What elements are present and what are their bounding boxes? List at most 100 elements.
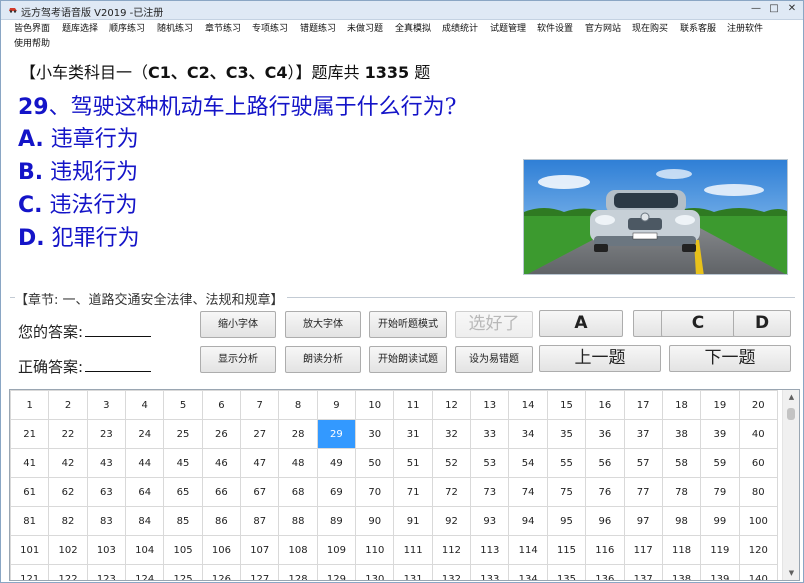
question-cell[interactable]: 73 — [470, 477, 510, 507]
question-cell[interactable]: 119 — [700, 535, 740, 565]
question-cell[interactable]: 96 — [585, 506, 625, 536]
question-cell[interactable]: 60 — [738, 448, 779, 478]
set-easy-wrong-button[interactable]: 设为易错题 — [455, 346, 533, 373]
question-cell[interactable]: 46 — [201, 448, 242, 478]
question-cell[interactable]: 93 — [470, 506, 510, 536]
question-cell[interactable]: 58 — [661, 448, 702, 478]
question-cell[interactable]: 61 — [10, 477, 50, 507]
question-cell[interactable]: 85 — [163, 506, 203, 536]
question-cell[interactable]: 34 — [508, 419, 548, 449]
scroll-thumb[interactable] — [787, 408, 795, 420]
menu-special[interactable]: 专项练习 — [252, 23, 288, 35]
menu-buy[interactable]: 现在购买 — [632, 23, 668, 35]
question-cell[interactable]: 68 — [278, 477, 318, 507]
question-cell[interactable]: 91 — [393, 506, 433, 536]
question-cell[interactable]: 16 — [585, 390, 625, 420]
answer-d-button[interactable]: D — [733, 310, 791, 337]
question-cell[interactable]: 22 — [48, 419, 88, 449]
question-cell[interactable]: 115 — [546, 535, 587, 565]
question-cell[interactable]: 55 — [546, 448, 587, 478]
question-cell[interactable]: 133 — [470, 564, 510, 580]
question-cell[interactable]: 39 — [700, 419, 740, 449]
question-cell[interactable]: 109 — [316, 535, 357, 565]
question-cell[interactable]: 74 — [508, 477, 548, 507]
question-cell[interactable]: 12 — [431, 390, 472, 420]
grid-scrollbar[interactable]: ▲ ▼ — [782, 390, 799, 580]
question-cell[interactable]: 121 — [10, 564, 50, 580]
menu-skin[interactable]: 皆色界面 — [14, 23, 50, 35]
question-cell[interactable]: 47 — [240, 448, 280, 478]
question-cell[interactable]: 53 — [470, 448, 510, 478]
question-cell[interactable]: 11 — [393, 390, 433, 420]
question-cell[interactable]: 7 — [240, 390, 280, 420]
question-cell[interactable]: 134 — [508, 564, 548, 580]
question-cell[interactable]: 77 — [623, 477, 663, 507]
question-cell[interactable]: 71 — [393, 477, 433, 507]
maximize-button[interactable]: □ — [767, 2, 781, 16]
question-cell[interactable]: 113 — [470, 535, 510, 565]
question-cell[interactable]: 90 — [355, 506, 395, 536]
question-cell[interactable]: 118 — [661, 535, 702, 565]
question-cell[interactable]: 131 — [393, 564, 433, 580]
question-cell[interactable]: 51 — [393, 448, 433, 478]
menu-support[interactable]: 联系客服 — [680, 23, 716, 35]
question-cell[interactable]: 82 — [48, 506, 88, 536]
scroll-down-arrow-icon[interactable]: ▼ — [783, 566, 799, 580]
question-cell[interactable]: 75 — [546, 477, 587, 507]
question-cell[interactable]: 41 — [10, 448, 50, 478]
question-cell[interactable]: 2 — [48, 390, 88, 420]
question-cell[interactable]: 19 — [700, 390, 740, 420]
question-cell[interactable]: 37 — [623, 419, 663, 449]
question-cell[interactable]: 94 — [508, 506, 548, 536]
scroll-up-arrow-icon[interactable]: ▲ — [783, 390, 799, 404]
shrink-font-button[interactable]: 缩小字体 — [200, 311, 276, 338]
done-button[interactable]: 选好了 — [455, 311, 533, 338]
question-cell[interactable]: 56 — [585, 448, 625, 478]
question-cell[interactable]: 123 — [86, 564, 127, 580]
question-cell[interactable]: 20 — [738, 390, 779, 420]
question-cell[interactable]: 126 — [201, 564, 242, 580]
question-cell[interactable]: 50 — [355, 448, 395, 478]
question-cell[interactable]: 9 — [316, 390, 357, 420]
read-analysis-button[interactable]: 朗读分析 — [285, 346, 361, 373]
question-cell[interactable]: 70 — [355, 477, 395, 507]
next-question-button[interactable]: 下一题 — [669, 345, 791, 372]
question-cell[interactable]: 57 — [623, 448, 663, 478]
question-cell[interactable]: 69 — [316, 477, 357, 507]
question-cell[interactable]: 137 — [623, 564, 663, 580]
question-cell[interactable]: 36 — [585, 419, 625, 449]
question-cell[interactable]: 23 — [86, 419, 127, 449]
question-cell[interactable]: 130 — [355, 564, 395, 580]
question-cell[interactable]: 54 — [508, 448, 548, 478]
question-cell[interactable]: 18 — [661, 390, 702, 420]
question-cell[interactable]: 140 — [738, 564, 779, 580]
question-cell[interactable]: 110 — [355, 535, 395, 565]
question-cell[interactable]: 89 — [316, 506, 357, 536]
question-cell[interactable]: 43 — [86, 448, 127, 478]
question-cell[interactable]: 63 — [86, 477, 127, 507]
question-cell[interactable]: 15 — [546, 390, 587, 420]
question-cell[interactable]: 25 — [163, 419, 203, 449]
question-cell[interactable]: 138 — [661, 564, 702, 580]
question-cell[interactable]: 127 — [240, 564, 280, 580]
question-cell[interactable]: 86 — [201, 506, 242, 536]
question-cell[interactable]: 13 — [470, 390, 510, 420]
question-cell[interactable]: 92 — [431, 506, 472, 536]
question-cell[interactable]: 124 — [125, 564, 165, 580]
question-cell[interactable]: 72 — [431, 477, 472, 507]
question-cell[interactable]: 35 — [546, 419, 587, 449]
show-analysis-button[interactable]: 显示分析 — [200, 346, 276, 373]
question-cell[interactable]: 88 — [278, 506, 318, 536]
question-cell[interactable]: 49 — [316, 448, 357, 478]
answer-a-button[interactable]: A — [539, 310, 623, 337]
close-button[interactable]: ✕ — [785, 2, 799, 16]
menu-chapter[interactable]: 章节练习 — [205, 23, 241, 35]
menu-help[interactable]: 使用帮助 — [14, 38, 50, 50]
question-cell[interactable]: 28 — [278, 419, 318, 449]
question-cell[interactable]: 6 — [201, 390, 242, 420]
enlarge-font-button[interactable]: 放大字体 — [285, 311, 361, 338]
question-cell[interactable]: 79 — [700, 477, 740, 507]
question-cell[interactable]: 129 — [316, 564, 357, 580]
question-cell[interactable]: 114 — [508, 535, 548, 565]
menu-settings[interactable]: 软件设置 — [537, 23, 573, 35]
